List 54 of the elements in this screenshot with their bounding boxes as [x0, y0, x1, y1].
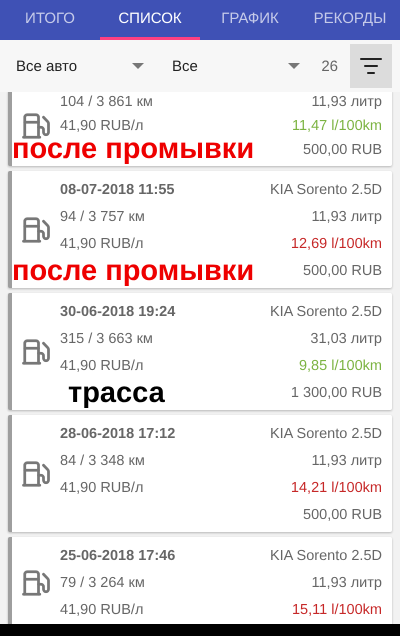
date-time: 30-06-2018 19:24 [60, 304, 176, 320]
date-time: 28-06-2018 17:12 [60, 426, 176, 442]
distance: 104 / 3 861 км [60, 94, 153, 110]
fuel-price: 41,90 RUB/л [60, 602, 144, 618]
refuel-card[interactable]: 08-07-2018 11:55 KIA Sorento 2.5D 94 / 3 757 км 11,93 литр 41,90 RUB/л 12,69 l/100km после промывки 500,00 RUB [8, 171, 392, 288]
date-time: 25-06-2018 17:46 [60, 548, 176, 564]
date-time: 08-07-2018 11:55 [60, 182, 174, 198]
total-cost: 500,00 RUB [303, 142, 382, 158]
consumption: 12,69 l/100km [290, 236, 382, 252]
fuel-pump-icon [21, 568, 51, 598]
volume: 11,93 литр [311, 452, 382, 468]
distance: 315 / 3 663 км [60, 330, 153, 346]
annotation-text: после промывки [12, 135, 254, 164]
tab[interactable]: ИТОГО [0, 0, 100, 40]
tab[interactable]: РЕКОРДЫ [300, 0, 400, 40]
car-name: KIA Sorento 2.5D [270, 426, 382, 442]
total-cost: 500,00 RUB [303, 506, 382, 522]
distance: 94 / 3 757 км [60, 208, 145, 224]
fuel-price: 41,90 RUB/л [60, 480, 144, 496]
distance: 79 / 3 264 км [60, 574, 145, 590]
caret-icon [288, 63, 300, 69]
fuel-pump-icon [21, 337, 51, 367]
consumption: 9,85 l/100km [298, 358, 382, 374]
fuel-pump-icon [21, 459, 51, 489]
tab[interactable]: ГРАФИК [200, 0, 300, 40]
car-name: KIA Sorento 2.5D [270, 548, 382, 564]
consumption: 14,21 l/100km [290, 480, 382, 496]
car-name: KIA Sorento 2.5D [270, 182, 382, 198]
refuel-card[interactable]: 104 / 3 861 км 11,93 литр 41,90 RUB/л 11,47 l/100km после промывки 500,00 RUB [8, 92, 392, 166]
volume: 31,03 литр [310, 330, 382, 346]
refuel-card[interactable]: 28-06-2018 17:12 KIA Sorento 2.5D 84 / 3 348 км 11,93 литр 41,90 RUB/л 14,21 l/100km 500,00 RUB [8, 415, 392, 532]
entry-count: 26 [321, 58, 338, 74]
filter-button[interactable] [350, 44, 392, 88]
fuel-price: 41,90 RUB/л [60, 118, 144, 134]
total-cost: 500,00 RUB [303, 262, 382, 278]
type-dropdown[interactable]: Все [172, 58, 306, 74]
annotation-text: трасса [68, 379, 165, 408]
caret-icon [132, 63, 144, 69]
total-cost: 1 300,00 RUB [290, 384, 382, 400]
fuel-pump-icon [21, 111, 51, 141]
annotation-text: после промывки [12, 257, 254, 286]
refuel-card[interactable]: 30-06-2018 19:24 KIA Sorento 2.5D 315 / 3 663 км 31,03 литр 41,90 RUB/л 9,85 l/100km трасса 1 300,00 RUB [8, 293, 392, 410]
fuel-price: 41,90 RUB/л [60, 236, 144, 252]
fuel-price: 41,90 RUB/л [60, 358, 144, 374]
consumption: 11,47 l/100km [292, 118, 382, 134]
volume: 11,93 литр [311, 94, 382, 110]
car-dropdown[interactable]: Все авто [16, 58, 150, 74]
fuel-pump-icon [21, 215, 51, 245]
refuel-card[interactable]: 25-06-2018 17:46 KIA Sorento 2.5D 79 / 3 264 км 11,93 литр 41,90 RUB/л 15,11 l/100km [8, 537, 392, 624]
distance: 84 / 3 348 км [60, 452, 145, 468]
volume: 11,93 литр [311, 574, 382, 590]
consumption: 15,11 l/100km [292, 602, 382, 618]
car-name: KIA Sorento 2.5D [270, 304, 382, 320]
volume: 11,93 литр [311, 208, 382, 224]
